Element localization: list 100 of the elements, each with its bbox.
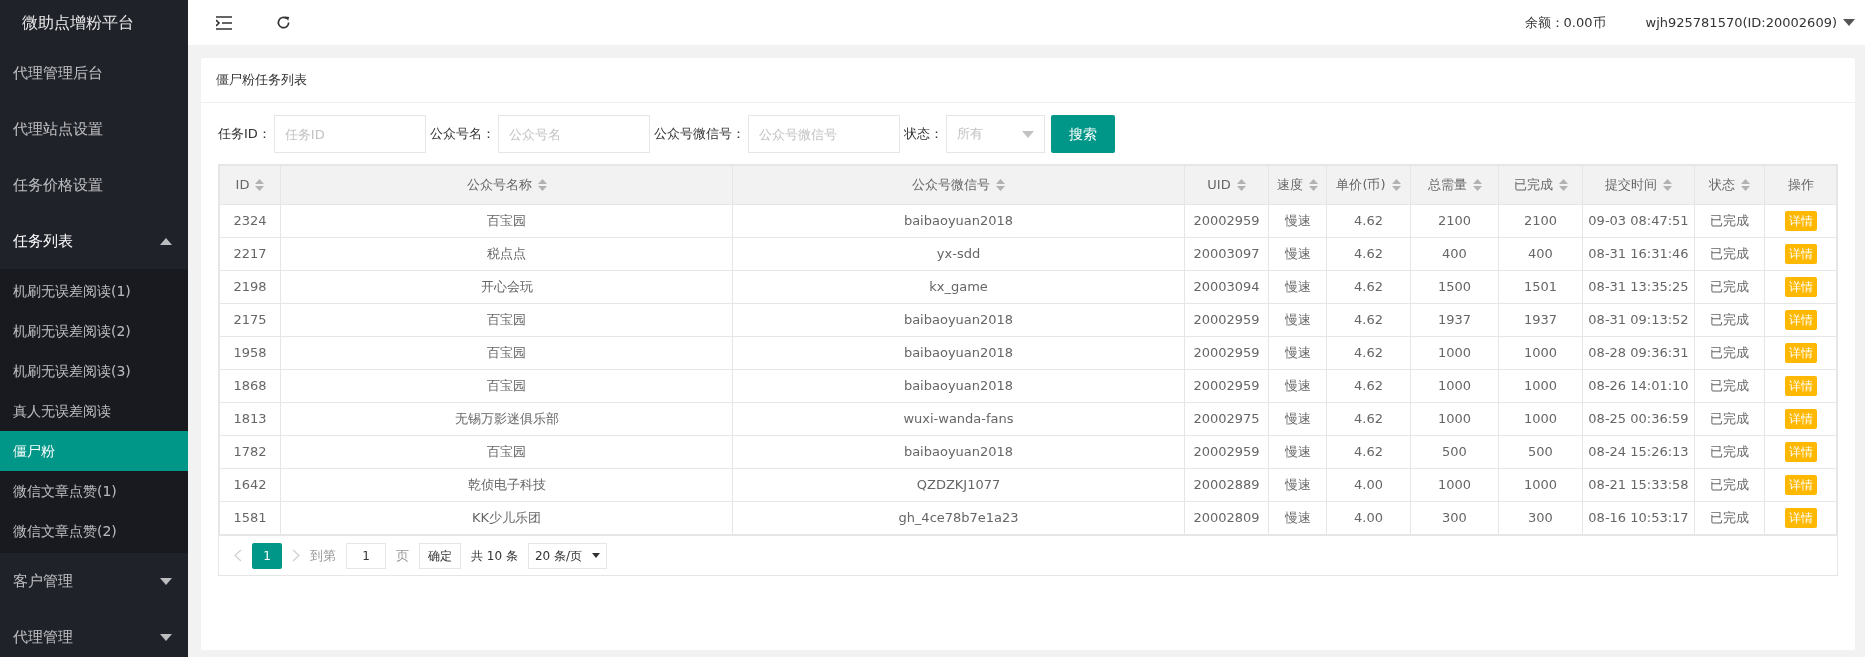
table-cell: 4.00 [1326,468,1411,502]
table-cell: 1000 [1498,369,1583,403]
menu-fold-icon[interactable] [216,15,232,30]
page-unit: 页 [396,546,409,565]
table-cell: 1000 [1498,336,1583,370]
column-header[interactable]: 速度 [1268,165,1327,205]
refresh-icon[interactable] [276,15,291,30]
table-cell: 1000 [1498,468,1583,502]
sidebar-subitem[interactable]: 真人无误差阅读 [0,391,188,431]
sort-icon[interactable] [1236,178,1246,192]
table-cell: 08-31 09:13:52 [1582,303,1695,337]
column-header[interactable]: 公众号名称 [280,165,733,205]
sidebar-item[interactable]: 代理站点设置 [0,101,188,157]
filter-input[interactable]: 公众号微信号 [747,115,900,153]
table-cell: 08-24 15:26:13 [1582,435,1695,469]
sidebar-subitem[interactable]: 机刷无误差阅读(3) [0,351,188,391]
sidebar-item[interactable]: 任务列表 [0,213,188,269]
page-size-select[interactable]: 20 条/页 [527,542,608,569]
goto-label: 到第 [310,546,336,565]
table-cell: 08-16 10:53:17 [1582,501,1695,535]
prev-page-icon[interactable] [234,549,242,562]
table-cell: 1868 [219,369,281,403]
table-cell: wuxi-wanda-fans [732,402,1185,436]
filter-input[interactable]: 公众号名 [497,115,650,153]
table-cell: 已完成 [1694,336,1765,370]
table-cell: 500 [1410,435,1499,469]
sidebar-item[interactable]: 任务价格设置 [0,157,188,213]
table-cell: 慢速 [1268,402,1327,436]
table-cell: 慢速 [1268,435,1327,469]
table-cell: 慢速 [1268,237,1327,271]
column-header[interactable]: 提交时间 [1582,165,1695,205]
sidebar-item[interactable]: 客户管理 [0,553,188,609]
table-cell: baibaoyuan2018 [732,204,1185,238]
table-cell: 2100 [1498,204,1583,238]
filter-input[interactable]: 任务ID [273,115,426,153]
column-header[interactable]: UID [1184,165,1269,205]
table-cell: 20002889 [1184,468,1269,502]
table-cell: 无锡万影迷俱乐部 [280,402,733,436]
sidebar-item[interactable]: 代理管理 [0,609,188,657]
sidebar-subitem[interactable]: 僵尸粉 [0,431,188,471]
sort-icon[interactable] [1472,178,1482,192]
table-cell: 慢速 [1268,303,1327,337]
table-cell: 税点点 [280,237,733,271]
sort-icon[interactable] [996,178,1005,192]
table-cell: 4.62 [1326,303,1411,337]
table-cell: 4.62 [1326,270,1411,304]
table-cell: 300 [1498,501,1583,535]
table-cell: baibaoyuan2018 [732,336,1185,370]
table-cell: 20002975 [1184,402,1269,436]
sidebar-subitem[interactable]: 机刷无误差阅读(2) [0,311,188,351]
table-cell: 500 [1498,435,1583,469]
table-cell: 2100 [1410,204,1499,238]
table-cell: 20003097 [1184,237,1269,271]
column-header[interactable]: 单价(币) [1326,165,1411,205]
sort-icon[interactable] [255,178,265,192]
sort-icon[interactable] [537,178,547,192]
sort-icon[interactable] [1309,178,1318,192]
column-header[interactable]: ID [219,165,281,205]
user-menu[interactable]: wjh925781570(ID:20002609) [1645,12,1837,33]
sort-icon[interactable] [1558,178,1568,192]
table-cell: 20002959 [1184,204,1269,238]
table-cell: 20002959 [1184,369,1269,403]
table-cell: 08-31 16:31:46 [1582,237,1695,271]
column-header[interactable]: 状态 [1694,165,1765,205]
sidebar-subitem[interactable]: 微信文章点赞(2) [0,511,188,551]
sort-icon[interactable] [1391,178,1401,192]
column-header[interactable]: 总需量 [1410,165,1499,205]
table-cell: 已完成 [1694,402,1765,436]
sort-icon[interactable] [1741,178,1750,192]
sort-icon[interactable] [1663,178,1672,192]
filter-label: 公众号微信号： [653,125,745,144]
page-input[interactable]: 1 [346,542,386,569]
confirm-button[interactable]: 确定 [419,542,461,569]
table-cell: 4.62 [1326,204,1411,238]
table-cell: 已完成 [1694,270,1765,304]
column-header[interactable]: 公众号微信号 [732,165,1185,205]
table-cell: 1937 [1498,303,1583,337]
table-cell: 2324 [219,204,281,238]
table-cell: 已完成 [1694,303,1765,337]
table-cell: kx_game [732,270,1185,304]
table-cell: 1000 [1410,369,1499,403]
column-header[interactable]: 已完成 [1498,165,1583,205]
column-header: 操作 [1764,165,1837,205]
table-cell: 1501 [1498,270,1583,304]
table-cell: yx-sdd [732,237,1185,271]
sidebar-subitem[interactable]: 微信文章点赞(1) [0,471,188,511]
table-cell: 20002959 [1184,303,1269,337]
table-cell: 1813 [219,402,281,436]
page-button[interactable]: 1 [252,542,282,569]
sidebar-subitem[interactable]: 机刷无误差阅读(1) [0,271,188,311]
next-page-icon[interactable] [292,549,300,562]
sidebar-item[interactable]: 代理管理后台 [0,45,188,101]
filter-label: 任务ID： [218,125,271,144]
table-cell: 08-25 00:36:59 [1582,402,1695,436]
table-cell: 慢速 [1268,270,1327,304]
table-cell: 1642 [219,468,281,502]
table-cell: 08-28 09:36:31 [1582,336,1695,370]
table-cell: 百宝园 [280,303,733,337]
balance-text: 余额：0.00币 [1524,13,1606,32]
search-button[interactable]: 搜索 [1050,115,1115,153]
